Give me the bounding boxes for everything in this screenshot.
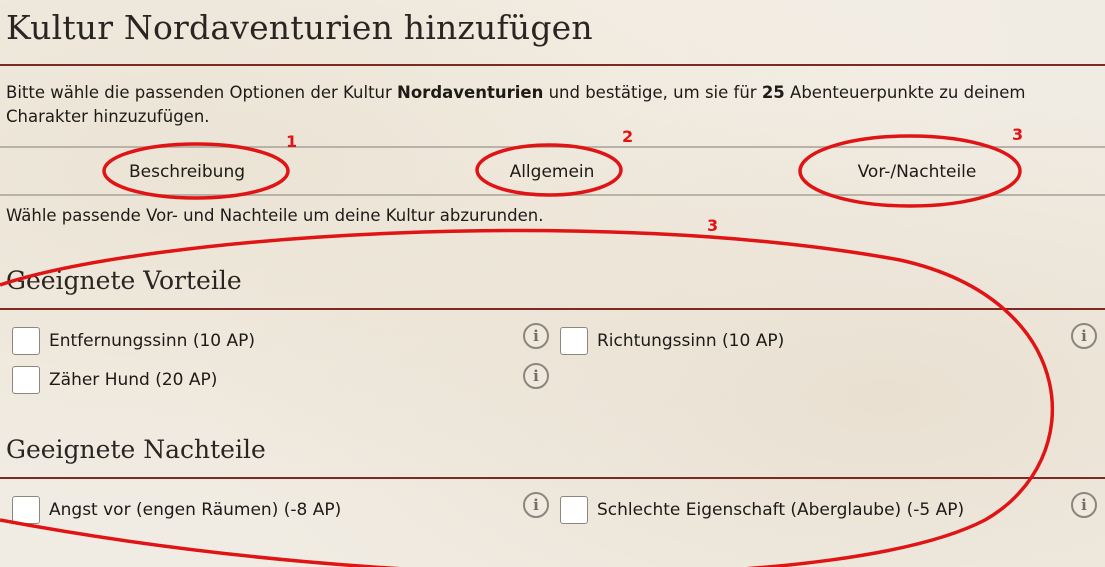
checkbox-richtungssinn[interactable] [560,327,588,355]
info-icon[interactable]: i [1071,492,1097,518]
disadvantages-divider [0,477,1105,479]
checkbox-schlechte-eigenschaft[interactable] [560,496,588,524]
option-richtungssinn: Richtungssinn (10 AP) [560,326,784,356]
tab-vor-nachteile[interactable]: Vor-/Nachteile [807,158,1027,186]
annotation-label: 1 [286,132,298,151]
option-entfernungssinn: Entfernungssinn (10 AP) [12,326,255,356]
advantages-divider [0,308,1105,310]
culture-name: Nordaventurien [397,83,544,102]
checkbox-zaeher-hund[interactable] [12,366,40,394]
advantages-heading: Geeignete Vorteile [6,266,242,295]
option-zaeher-hund: Zäher Hund (20 AP) [12,365,217,395]
tab-allgemein[interactable]: Allgemein [472,158,632,186]
annotation-label: 3 [1012,125,1024,144]
tabs-bottom-divider [0,194,1105,196]
checkbox-entfernungssinn[interactable] [12,327,40,355]
option-label: Richtungssinn (10 AP) [597,331,785,351]
info-icon[interactable]: i [523,323,549,349]
intro-part1: Bitte wähle die passenden Optionen der K… [6,83,398,102]
info-icon[interactable]: i [523,363,549,389]
option-label: Schlechte Eigenschaft (Aberglaube) (-5 A… [597,500,965,520]
checkbox-angst-vor[interactable] [12,496,40,524]
annotation-label: 2 [622,127,634,146]
page-title: Kultur Nordaventurien hinzufügen [6,8,593,47]
title-divider [0,64,1105,66]
option-label: Zäher Hund (20 AP) [49,370,218,390]
option-schlechte-eigenschaft: Schlechte Eigenschaft (Aberglaube) (-5 A… [560,495,964,525]
info-icon[interactable]: i [523,492,549,518]
info-icon[interactable]: i [1071,323,1097,349]
tabs-top-divider [0,146,1105,148]
tab-beschreibung[interactable]: Beschreibung [107,158,267,186]
intro-part2: und bestätige, um sie für [543,83,762,102]
intro-text: Bitte wähle die passenden Optionen der K… [6,81,1096,129]
tab-hint-text: Wähle passende Vor- und Nachteile um dei… [6,206,544,225]
disadvantages-heading: Geeignete Nachteile [6,435,266,464]
option-label: Entfernungssinn (10 AP) [49,331,256,351]
option-label: Angst vor (engen Räumen) (-8 AP) [49,500,342,520]
annotation-label: 3 [707,216,719,235]
option-angst-vor: Angst vor (engen Räumen) (-8 AP) [12,495,341,525]
ap-cost: 25 [761,83,785,102]
